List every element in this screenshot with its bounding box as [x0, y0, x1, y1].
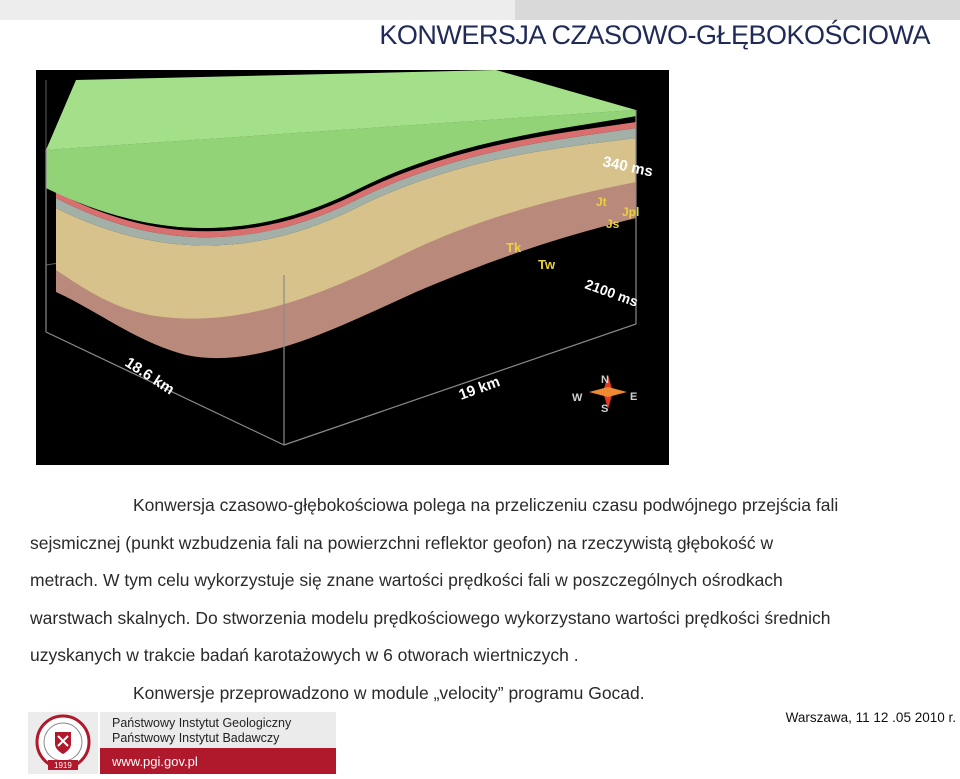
- compass-s: S: [601, 403, 608, 415]
- compass-e: E: [630, 391, 637, 403]
- paragraph-1-line-4: warstwach skalnych. Do stworzenia modelu…: [30, 607, 831, 628]
- footer-url[interactable]: www.pgi.gov.pl: [112, 754, 198, 769]
- top-bar-left: [0, 0, 515, 20]
- pgi-logo: 1919: [28, 712, 98, 774]
- footer-org-line-2: Państwowy Instytut Badawczy: [112, 731, 280, 745]
- paragraph-1-line-5: uzyskanych w trakcie badań karotażowych …: [30, 645, 579, 665]
- compass-w: W: [572, 392, 583, 404]
- label-bottom-time: 2100 ms: [583, 276, 641, 310]
- geological-model-svg: 340 ms Jt Jpl Js Tk Tw 2100 ms 18.6 km 1…: [45, 70, 654, 446]
- footer-url-strip: www.pgi.gov.pl: [100, 748, 336, 774]
- paragraph-2: Konwersje przeprowadzono w module „veloc…: [133, 682, 645, 703]
- logo-year: 1919: [54, 761, 72, 770]
- footer-org-box: Państwowy Instytut Geologiczny Państwowy…: [100, 712, 336, 774]
- paragraph-1-line-2: sejsmicznej (punkt wzbudzenia fali na po…: [30, 532, 774, 553]
- compass-n: N: [601, 374, 609, 386]
- paragraph-1-line-1: Konwersja czasowo-głębokościowa polega n…: [133, 495, 839, 515]
- footer-date: Warszawa, 11 12 .05 2010 r.: [785, 710, 956, 725]
- label-js: Js: [606, 217, 620, 231]
- body-text: Konwersja czasowo-głębokościowa polega n…: [30, 487, 950, 712]
- label-dim-left: 18.6 km: [122, 354, 177, 398]
- compass-icon: N S E W: [572, 374, 637, 415]
- slide-title: KONWERSJA CZASOWO-GŁĘBOKOŚCIOWA: [379, 20, 930, 50]
- label-tk: Tk: [506, 240, 522, 255]
- top-bar-right: [515, 0, 960, 20]
- geological-model-figure: 340 ms Jt Jpl Js Tk Tw 2100 ms 18.6 km 1…: [36, 70, 669, 465]
- label-tw: Tw: [538, 257, 556, 272]
- footer-org-line-1: Państwowy Instytut Geologiczny: [112, 716, 292, 730]
- label-jpl: Jpl: [622, 205, 639, 219]
- label-jt: Jt: [596, 195, 607, 209]
- paragraph-1-line-3: metrach. W tym celu wykorzystuje się zna…: [30, 570, 783, 590]
